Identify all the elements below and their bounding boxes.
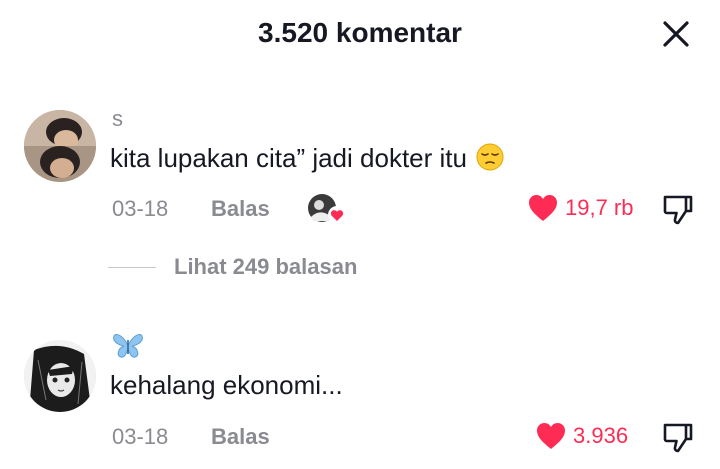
like-button[interactable]: 3.936: [535, 421, 628, 451]
avatar[interactable]: [24, 110, 96, 182]
dislike-button[interactable]: [662, 421, 694, 455]
view-replies-button[interactable]: Lihat 249 balasan: [108, 252, 357, 282]
comment-username[interactable]: s: [112, 106, 123, 132]
comment-date: 03-18: [112, 196, 169, 221]
comment-date: 03-18: [112, 424, 169, 449]
view-replies-label: Lihat 249 balasan: [174, 254, 358, 279]
avatar[interactable]: [24, 340, 96, 412]
divider: [108, 266, 156, 268]
reply-button[interactable]: Balas: [211, 196, 270, 222]
comment-text: kita lupakan cita” jadi dokter itu: [110, 143, 504, 174]
comment-username[interactable]: [112, 332, 144, 360]
dislike-button[interactable]: [662, 193, 694, 227]
comment-text-content: kita lupakan cita” jadi dokter itu: [110, 143, 467, 173]
like-button[interactable]: 19,7 rb: [527, 193, 634, 223]
creator-liked-badge: [307, 193, 347, 225]
heart-icon: [537, 423, 565, 449]
thumbs-down-icon: [663, 423, 693, 453]
pensive-face-icon: [476, 143, 504, 171]
comment-text: kehalang ekonomi...: [110, 370, 343, 400]
heart-icon: [529, 195, 557, 221]
butterfly-icon: [113, 333, 143, 358]
comments-count-title: 3.520 komentar: [258, 17, 462, 48]
reply-button[interactable]: Balas: [211, 424, 270, 450]
comments-header: 3.520 komentar: [0, 0, 720, 68]
close-icon: [663, 21, 689, 47]
like-count: 19,7 rb: [565, 195, 634, 220]
close-button[interactable]: [656, 14, 696, 54]
like-count: 3.936: [573, 423, 629, 448]
thumbs-down-icon: [663, 195, 693, 225]
